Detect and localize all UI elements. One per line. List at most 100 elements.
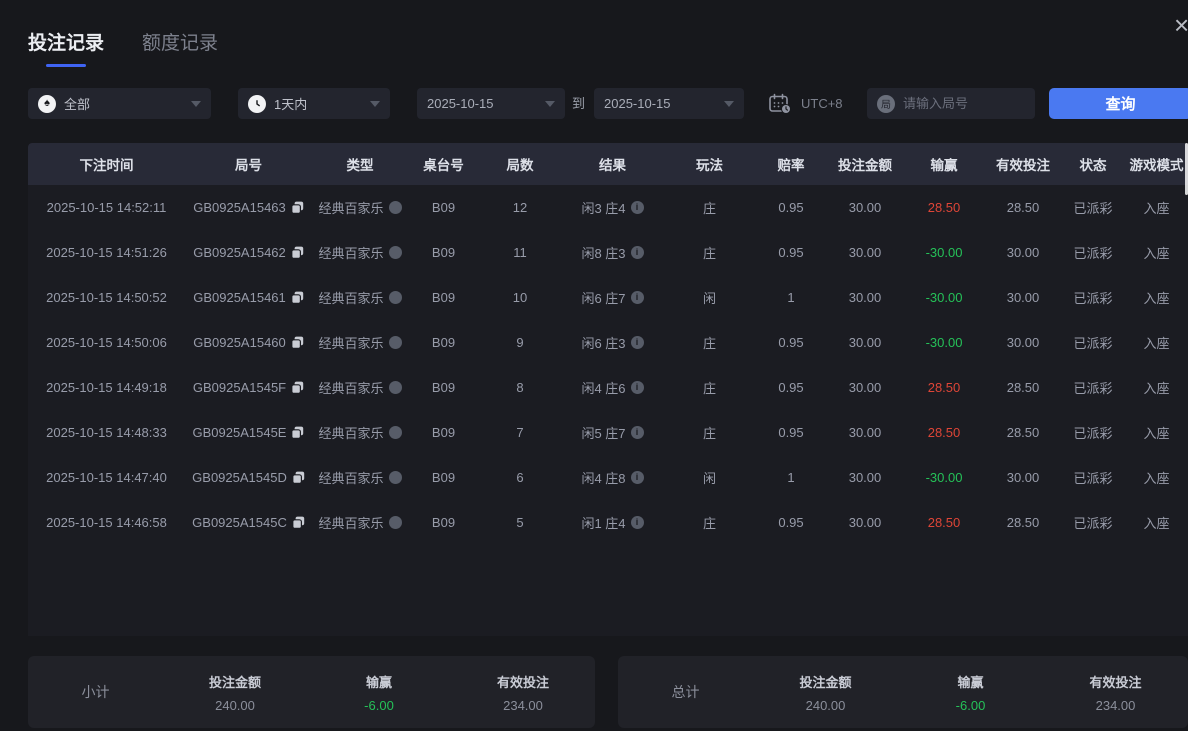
cell-bet-amount-text: 30.00 [849,200,882,215]
cell-win-loss-text: -30.00 [926,335,963,350]
cell-valid-bet: 28.50 [985,500,1061,545]
cell-bet-time: 2025-10-15 14:46:58 [28,500,185,545]
cell-win-loss: -30.00 [903,230,985,275]
cell-round-count-text: 12 [513,200,527,215]
info-icon[interactable]: i [631,246,644,259]
game-type-badge-icon [389,426,402,439]
column-header-bet-time: 下注时间 [28,143,185,185]
cell-result-text: 闲4 庄8 [581,468,625,487]
cell-valid-bet: 28.50 [985,185,1061,230]
copy-icon[interactable] [291,381,304,394]
table-row: 2025-10-15 14:49:18GB0925A1545F经典百家乐B098… [28,365,1188,410]
cell-win-loss-text: -30.00 [926,470,963,485]
game-type-badge-icon [389,201,402,214]
timezone-label: UTC+8 [801,96,843,111]
table-row: 2025-10-15 14:50:52GB0925A15461经典百家乐B091… [28,275,1188,320]
cell-bet-amount-text: 30.00 [849,290,882,305]
info-icon[interactable]: i [631,291,644,304]
cell-play: 闲 [664,455,755,500]
cell-round-id: GB0925A15462 [185,230,312,275]
cell-round-count: 6 [479,455,561,500]
close-icon[interactable]: × [1174,12,1188,38]
info-icon[interactable]: i [631,471,644,484]
copy-icon[interactable] [292,471,305,484]
cell-type: 经典百家乐 [312,365,408,410]
date-to-value: 2025-10-15 [604,96,671,111]
cell-type: 经典百家乐 [312,320,408,365]
cell-type: 经典百家乐 [312,275,408,320]
cell-bet-amount: 30.00 [827,185,903,230]
cell-bet-amount: 30.00 [827,410,903,455]
tab-bar: 投注记录 额度记录 [28,28,218,67]
cell-win-loss: -30.00 [903,275,985,320]
info-icon[interactable]: i [631,336,644,349]
cell-status-text: 已派彩 [1073,288,1112,307]
cell-game-mode: 入座 [1125,455,1188,500]
info-icon[interactable]: i [631,426,644,439]
copy-icon[interactable] [291,426,304,439]
cell-game-mode: 入座 [1125,365,1188,410]
total-bet-amount-label: 投注金额 [799,672,851,691]
cell-game-mode: 入座 [1125,410,1188,455]
cell-round-count: 5 [479,500,561,545]
copy-icon[interactable] [291,291,304,304]
cell-win-loss-text: -30.00 [926,290,963,305]
info-icon[interactable]: i [631,381,644,394]
cell-bet-amount: 30.00 [827,500,903,545]
column-header-table-no: 桌台号 [408,143,479,185]
cell-valid-bet-text: 30.00 [1007,245,1040,260]
table-body: 2025-10-15 14:52:11GB0925A15463经典百家乐B091… [28,185,1188,545]
game-type-dropdown[interactable]: ♠ 全部 [28,88,211,119]
cell-result: 闲6 庄7i [561,275,664,320]
column-header-odds: 赔率 [755,143,827,185]
cell-valid-bet-text: 30.00 [1007,335,1040,350]
cell-win-loss: 28.50 [903,185,985,230]
cell-status: 已派彩 [1061,410,1125,455]
cell-round-id: GB0925A1545C [185,500,312,545]
cell-valid-bet-text: 28.50 [1007,515,1040,530]
time-range-dropdown[interactable]: 1天内 [238,88,390,119]
cell-round-count: 11 [479,230,561,275]
tab-quota-records[interactable]: 额度记录 [142,28,218,67]
cell-table-no: B09 [408,410,479,455]
date-to-dropdown[interactable]: 2025-10-15 [594,88,744,119]
column-header-round-count: 局数 [479,143,561,185]
cell-game-mode-text: 入座 [1143,513,1169,532]
date-from-dropdown[interactable]: 2025-10-15 [417,88,565,119]
cell-type-text: 经典百家乐 [318,423,383,442]
game-type-badge-icon [389,516,402,529]
table-header-row: 下注时间局号类型桌台号局数结果玩法赔率投注金额输赢有效投注状态游戏模式 [28,143,1188,185]
cell-odds-text: 0.95 [778,245,803,260]
cell-round-id-text: GB0925A15461 [193,290,286,305]
copy-icon[interactable] [291,246,304,259]
query-button[interactable]: 查询 [1049,88,1188,119]
cell-valid-bet: 30.00 [985,230,1061,275]
game-type-badge-icon [389,336,402,349]
cell-round-id-text: GB0925A1545D [192,470,287,485]
cell-type: 经典百家乐 [312,410,408,455]
cell-play: 庄 [664,410,755,455]
cell-table-no-text: B09 [432,245,455,260]
round-search-input[interactable] [903,96,1025,111]
cell-win-loss: 28.50 [903,365,985,410]
cell-bet-time: 2025-10-15 14:51:26 [28,230,185,275]
subtotal-panel: 小计 投注金额 240.00 输赢 -6.00 有效投注 234.00 [28,656,595,728]
cell-odds: 1 [755,455,827,500]
copy-icon[interactable] [291,336,304,349]
copy-icon[interactable] [292,516,305,529]
tab-betting-records[interactable]: 投注记录 [28,28,104,67]
table-row: 2025-10-15 14:52:11GB0925A15463经典百家乐B091… [28,185,1188,230]
info-icon[interactable]: i [631,201,644,214]
cell-bet-amount-text: 30.00 [849,425,882,440]
cell-table-no: B09 [408,365,479,410]
subtotal-win-loss-label: 输赢 [366,672,392,691]
cell-round-count: 9 [479,320,561,365]
cell-round-count-text: 10 [513,290,527,305]
date-from-value: 2025-10-15 [427,96,494,111]
cell-odds-text: 0.95 [778,200,803,215]
copy-icon[interactable] [291,201,304,214]
cell-status-text: 已派彩 [1073,468,1112,487]
info-icon[interactable]: i [631,516,644,529]
subtotal-bet-amount-label: 投注金额 [209,672,261,691]
cell-round-count-text: 7 [516,425,523,440]
